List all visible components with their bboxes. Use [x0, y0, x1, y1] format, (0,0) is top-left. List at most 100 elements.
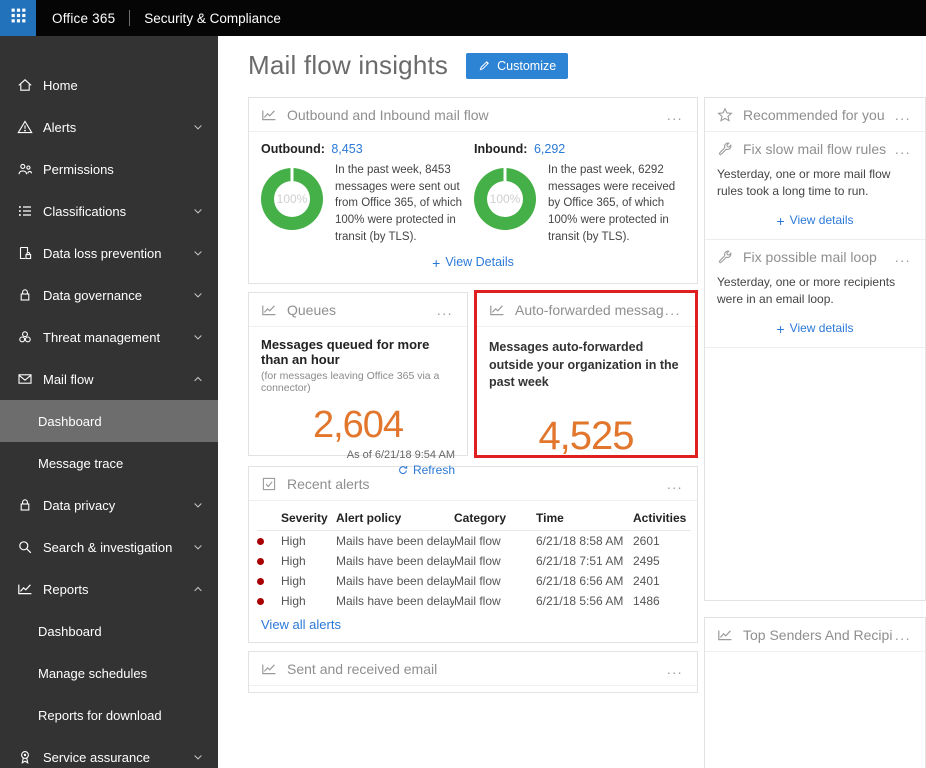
trend-chart-icon — [261, 661, 277, 677]
more-menu-button[interactable]: ... — [665, 477, 685, 491]
sidebar-item-label: Reports for download — [38, 707, 162, 723]
table-cell: 2495 — [633, 554, 660, 569]
queues-as-of: As of 6/21/18 9:54 AM — [346, 449, 455, 462]
queues-count[interactable]: 2,604 — [261, 404, 455, 447]
more-menu-button[interactable]: ... — [663, 303, 683, 317]
view-all-alerts-link[interactable]: View all alerts — [261, 617, 341, 632]
card-top-senders-and-recipients: Top Senders And Recipients ... — [704, 617, 926, 768]
more-menu-button[interactable]: ... — [435, 303, 455, 317]
plus-icon: + — [776, 212, 785, 229]
card-recommended-for-you: Recommended for you ... Fix slow mail fl… — [704, 97, 926, 601]
table-cell: High — [281, 554, 306, 569]
table-cell: Mail flow — [454, 574, 501, 589]
recommendation-fix-slow-mail-flow-rules: Fix slow mail flow rules ... Yesterday, … — [705, 132, 925, 240]
star-icon — [717, 106, 733, 123]
more-menu-button[interactable]: ... — [665, 108, 685, 122]
table-cell: Mails have been delayed — [336, 594, 454, 609]
mail-icon — [17, 371, 33, 387]
sidebar-item-permissions[interactable]: Permissions — [0, 148, 218, 190]
column-header-time[interactable]: Time — [536, 507, 633, 532]
sidebar-item-reports[interactable]: Reports — [0, 568, 218, 610]
brand-office365[interactable]: Office 365 — [52, 11, 115, 26]
table-row[interactable]: High Mails have been delayedMail flow 6/21… — [257, 551, 691, 571]
table-cell: Mails have been delayed — [336, 554, 454, 569]
sidebar-item-label: Data privacy — [43, 497, 116, 513]
autoforward-count[interactable]: 4,525 — [489, 414, 683, 459]
sidebar-item-label: Dashboard — [38, 623, 102, 639]
column-header-category[interactable]: Category — [454, 507, 536, 532]
more-menu-button[interactable]: ... — [665, 662, 685, 676]
more-menu-button[interactable]: ... — [893, 628, 913, 642]
sidebar-item-message-trace[interactable]: Message trace — [0, 442, 218, 484]
page-title: Mail flow insights — [248, 50, 449, 80]
card-outbound-inbound-mail-flow: Outbound and Inbound mail flow ... Outbo… — [248, 97, 698, 285]
sidebar-item-search-investigation[interactable]: Search & investigation — [0, 526, 218, 568]
sidebar-item-dashboard[interactable]: Dashboard — [0, 610, 218, 652]
chevron-down-icon — [192, 499, 204, 511]
sidebar-item-label: Service assurance — [43, 749, 150, 765]
sidebar-item-label: Dashboard — [38, 413, 102, 429]
more-menu-button[interactable]: ... — [893, 250, 913, 264]
sidebar-item-dashboard[interactable]: Dashboard — [0, 400, 218, 442]
biohazard-icon — [17, 329, 33, 345]
pencil-icon — [478, 59, 491, 72]
sidebar-item-home[interactable]: Home — [0, 64, 218, 106]
sidebar-item-reports-for-download[interactable]: Reports for download — [0, 694, 218, 736]
sidebar-item-data-privacy[interactable]: Data privacy — [0, 484, 218, 526]
more-menu-button[interactable]: ... — [893, 108, 913, 122]
column-header-alert-policy[interactable]: Alert policy — [336, 507, 454, 532]
customize-button[interactable]: Customize — [466, 52, 569, 79]
recommendation-description: Yesterday, one or more mail flow rules t… — [717, 167, 891, 199]
wrench-icon — [717, 249, 733, 265]
sidebar-item-mail-flow[interactable]: Mail flow — [0, 358, 218, 400]
card-auto-forwarded-messages: Auto-forwarded messages ... Messages aut… — [474, 290, 698, 459]
table-row[interactable]: High Mails have been delayedMail flow 6/21… — [257, 531, 691, 552]
suite-section-title: Security & Compliance — [144, 10, 281, 26]
outbound-donut-chart: 100% — [261, 168, 323, 230]
card-title: Auto-forwarded messages — [515, 301, 663, 318]
column-header-severity[interactable]: Severity — [281, 507, 336, 532]
table-cell: 6/21/18 8:58 AM — [536, 534, 624, 549]
chevron-down-icon — [192, 331, 204, 343]
sidebar-item-label: Threat management — [43, 329, 161, 345]
column-header-activities[interactable]: Activities — [633, 507, 691, 532]
outbound-section: Outbound: 8,453 100% In the past week, 8… — [261, 142, 474, 245]
home-icon — [17, 77, 33, 93]
outbound-percent: 100% — [276, 192, 308, 206]
dlp-icon — [17, 245, 33, 261]
severity-dot-icon — [257, 538, 264, 546]
table-cell: 2601 — [633, 534, 660, 549]
sidebar-item-classifications[interactable]: Classifications — [0, 190, 218, 232]
main-content: Mail flow insights Customize Outbound an… — [218, 36, 926, 768]
view-details-link[interactable]: View details — [790, 213, 854, 229]
table-cell: Mail flow — [454, 534, 501, 549]
people-icon — [17, 161, 33, 177]
sidebar-item-label: Manage schedules — [38, 665, 148, 681]
trend-chart-icon — [489, 302, 505, 318]
recent-alerts-table: Severity Alert policy Category Time Activiti… — [257, 507, 691, 611]
pie — [767, 676, 863, 768]
app-launcher-button[interactable] — [0, 0, 36, 36]
sidebar-item-threat-management[interactable]: Threat management — [0, 316, 218, 358]
sidebar-item-alerts[interactable]: Alerts — [0, 106, 218, 148]
severity-dot-icon — [257, 598, 264, 606]
sidebar-item-label: Data loss prevention — [43, 245, 162, 261]
sidebar-item-data-governance[interactable]: Data governance — [0, 274, 218, 316]
inbound-value[interactable]: 6,292 — [534, 142, 565, 156]
more-menu-button[interactable]: ... — [893, 142, 913, 156]
sidebar-item-service-assurance[interactable]: Service assurance — [0, 736, 218, 768]
sidebar-item-manage-schedules[interactable]: Manage schedules — [0, 652, 218, 694]
table-row[interactable]: High Mails have been delayedMail flow 6/21… — [257, 591, 691, 611]
view-details-link[interactable]: View Details — [445, 255, 514, 271]
table-cell: 6/21/18 6:56 AM — [536, 574, 624, 589]
table-row[interactable]: High Mails have been delayedMail flow 6/21… — [257, 571, 691, 591]
refresh-icon — [397, 464, 409, 476]
outbound-value[interactable]: 8,453 — [331, 142, 362, 156]
view-details-link[interactable]: View details — [790, 321, 854, 337]
table-cell: Mail flow — [454, 554, 501, 569]
table-cell: High — [281, 534, 306, 549]
recommendation-description: Yesterday, one or more recipients were i… — [717, 274, 896, 307]
sidebar-item-data-loss-prevention[interactable]: Data loss prevention — [0, 232, 218, 274]
severity-dot-column — [257, 507, 281, 532]
trend-chart-icon — [261, 302, 277, 318]
